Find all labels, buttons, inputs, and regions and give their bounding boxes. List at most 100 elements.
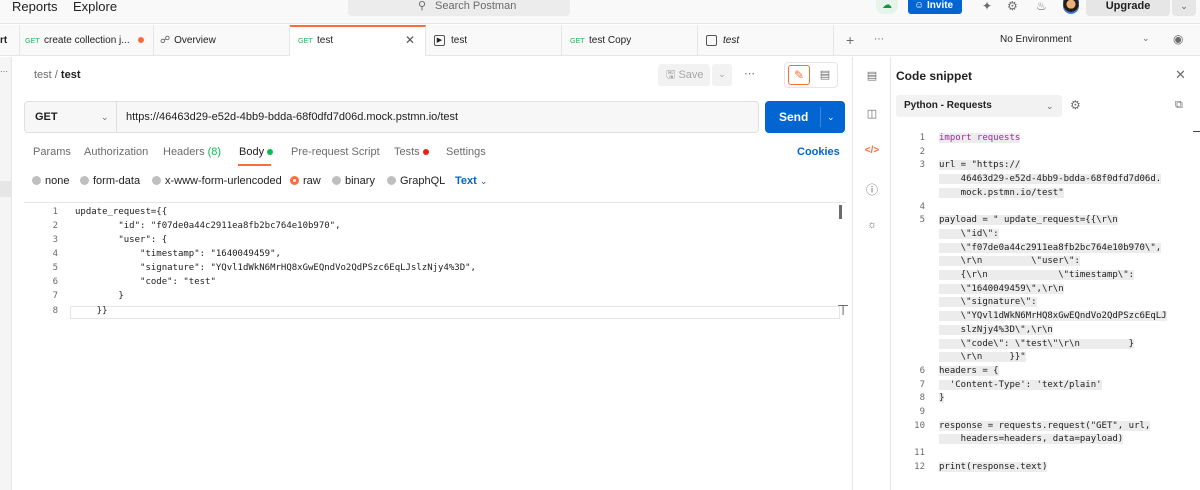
tab-test-doc[interactable]: test bbox=[698, 25, 834, 56]
radio-raw[interactable]: raw bbox=[290, 175, 321, 187]
satellite-icon[interactable]: ✦ bbox=[982, 0, 992, 12]
radio-circle bbox=[387, 176, 396, 185]
language-label: Python - Requests bbox=[904, 100, 992, 111]
copy-icon[interactable]: ⧉ bbox=[1175, 99, 1183, 112]
snippet-code-line: headers=headers, data=payload) bbox=[939, 434, 1124, 445]
snippet-code-line: 'Content-Type': 'text/plain' bbox=[939, 379, 1102, 390]
comments-icon[interactable]: ◫ bbox=[864, 107, 880, 120]
body-editor[interactable]: ⊤ 1 update_request={{ 2 "id": "f07de0a44… bbox=[24, 202, 849, 490]
sidebar-more-icon[interactable]: ⋯ bbox=[0, 67, 8, 76]
breadcrumb-separator: / bbox=[54, 69, 58, 81]
chevron-down-icon: ⌄ bbox=[101, 112, 109, 122]
info-icon[interactable]: ⓘ bbox=[864, 181, 880, 198]
breadcrumb-parent[interactable]: test bbox=[34, 69, 52, 81]
save-label: Save bbox=[678, 69, 704, 81]
tab-headers[interactable]: Headers (8) bbox=[163, 146, 221, 158]
radio-circle bbox=[32, 176, 41, 185]
code-line: "timestamp": "1640049459", bbox=[75, 249, 281, 259]
nav-explore[interactable]: Explore bbox=[73, 0, 117, 13]
send-button[interactable]: Send ⌄ bbox=[765, 101, 845, 133]
more-options-icon[interactable]: ⋯ bbox=[744, 67, 755, 80]
tab-bar: rt GET create collection j... ☍ Overview G… bbox=[0, 25, 1200, 56]
tab-body-label: Body bbox=[239, 146, 265, 158]
tab-method: GET bbox=[298, 38, 313, 45]
code-line: "user": { bbox=[75, 235, 168, 245]
avatar[interactable] bbox=[1063, 0, 1079, 14]
lightbulb-icon[interactable]: ☼ bbox=[864, 219, 880, 231]
environment-select[interactable]: No Environment bbox=[1000, 34, 1072, 45]
save-dropdown-chevron-icon[interactable]: ⌄ bbox=[712, 64, 732, 86]
tab-test-active[interactable]: GET test ✕ bbox=[290, 25, 426, 56]
notification-bell-icon[interactable]: ♨ bbox=[1036, 0, 1047, 12]
save-button[interactable]: 🖫 Save bbox=[658, 64, 710, 86]
example-icon: ▶ bbox=[434, 34, 445, 46]
search-icon: ⚲ bbox=[418, 0, 427, 12]
eye-icon[interactable]: ◉ bbox=[1173, 32, 1183, 46]
language-select[interactable]: Python - Requests ⌄ bbox=[896, 95, 1062, 117]
tab-settings[interactable]: Settings bbox=[446, 146, 486, 158]
tab-authorization[interactable]: Authorization bbox=[84, 146, 148, 158]
invite-button[interactable]: ☺ Invite bbox=[908, 0, 962, 14]
send-divider bbox=[820, 107, 821, 127]
settings-gear-icon[interactable]: ⚙ bbox=[1007, 0, 1018, 12]
url-input[interactable]: https://46463d29-e52d-4bb9-bdda-68f0dfd7… bbox=[126, 102, 458, 132]
snippet-settings-gear-icon[interactable]: ⚙ bbox=[1070, 98, 1081, 112]
tab-clipped[interactable]: rt bbox=[0, 25, 20, 56]
radio-form-data[interactable]: form-data bbox=[80, 175, 140, 187]
search-bar[interactable]: ⚲ Search Postman bbox=[348, 0, 570, 16]
snippet-code-line: 46463d29-e52d-4bb9-bdda-68f0dfd7d06d. bbox=[939, 174, 1162, 185]
snippet-scrollbar[interactable] bbox=[1193, 131, 1200, 132]
snippet-code-line: \"signature\": bbox=[939, 297, 1037, 308]
tab-test-example[interactable]: ▶ test bbox=[426, 25, 562, 56]
close-icon[interactable]: ✕ bbox=[1175, 67, 1186, 83]
radio-none[interactable]: none bbox=[32, 175, 69, 187]
sidebar-selected-item[interactable] bbox=[0, 181, 12, 197]
snippet-code-line: \r\n }}" bbox=[939, 352, 1026, 363]
more-tabs-icon[interactable]: ⋯ bbox=[874, 34, 884, 45]
comment-icon[interactable]: ▤ bbox=[815, 65, 835, 85]
snippet-line-number: 6 bbox=[919, 365, 925, 376]
code-line: "id": "f07de0a44c2911ea8fb2bc764e10b970"… bbox=[75, 221, 341, 231]
tab-label: test bbox=[451, 35, 468, 46]
body-format-select[interactable]: Text ⌄ bbox=[455, 175, 487, 187]
breadcrumb-current[interactable]: test bbox=[61, 69, 81, 81]
radio-binary[interactable]: binary bbox=[332, 175, 375, 187]
new-tab-plus-icon[interactable]: + bbox=[846, 32, 854, 48]
line-number: 1 bbox=[52, 207, 58, 217]
tab-tests[interactable]: Tests bbox=[394, 146, 429, 158]
right-sidebar-rail: ▤ ◫ </> ⓘ ☼ bbox=[852, 57, 890, 490]
tab-test-copy[interactable]: GET test Copy bbox=[562, 25, 698, 56]
snippet-code-line: response = requests.request("GET", url, bbox=[939, 420, 1151, 431]
sync-status-icon[interactable]: ☁ bbox=[876, 0, 898, 14]
cookies-link[interactable]: Cookies bbox=[797, 146, 840, 158]
documentation-icon[interactable]: ▤ bbox=[864, 69, 880, 82]
code-snippet-icon[interactable]: </> bbox=[864, 145, 880, 156]
tab-overview[interactable]: ☍ Overview bbox=[154, 25, 290, 56]
radio-urlencoded-label: x-www-form-urlencoded bbox=[165, 175, 282, 187]
editor-scrollbar[interactable] bbox=[839, 205, 842, 219]
upgrade-button[interactable]: Upgrade bbox=[1086, 0, 1170, 16]
tab-body[interactable]: Body bbox=[239, 146, 274, 158]
line-number: 4 bbox=[52, 249, 58, 259]
headers-count: (8) bbox=[207, 146, 222, 158]
sidebar-collapsed: ⋯ bbox=[0, 57, 12, 490]
upgrade-dropdown-chevron-icon[interactable]: ⌄ bbox=[1172, 0, 1196, 16]
send-dropdown-chevron-icon[interactable]: ⌄ bbox=[827, 101, 835, 133]
nav-reports[interactable]: Reports bbox=[12, 0, 58, 13]
snippet-line-number: 8 bbox=[919, 393, 925, 404]
close-icon[interactable]: ✕ bbox=[405, 27, 415, 54]
method-select[interactable]: GET ⌄ bbox=[25, 102, 117, 132]
radio-none-label: none bbox=[45, 175, 70, 187]
snippet-code-line: headers = { bbox=[939, 365, 999, 376]
environment-chevron-icon[interactable]: ⌄ bbox=[1142, 33, 1150, 44]
tab-prerequest-script[interactable]: Pre-request Script bbox=[291, 146, 380, 158]
code-line: }} bbox=[75, 306, 108, 316]
edit-pencil-icon[interactable]: ✎ bbox=[788, 65, 810, 85]
radio-graphql[interactable]: GraphQL bbox=[387, 175, 445, 187]
overview-icon: ☍ bbox=[160, 35, 171, 46]
radio-urlencoded[interactable]: x-www-form-urlencoded bbox=[152, 175, 282, 187]
tab-create-collection[interactable]: GET create collection j... bbox=[20, 25, 154, 56]
tab-params[interactable]: Params bbox=[33, 146, 71, 158]
radio-form-data-label: form-data bbox=[93, 175, 141, 187]
tab-label: Overview bbox=[174, 35, 216, 46]
